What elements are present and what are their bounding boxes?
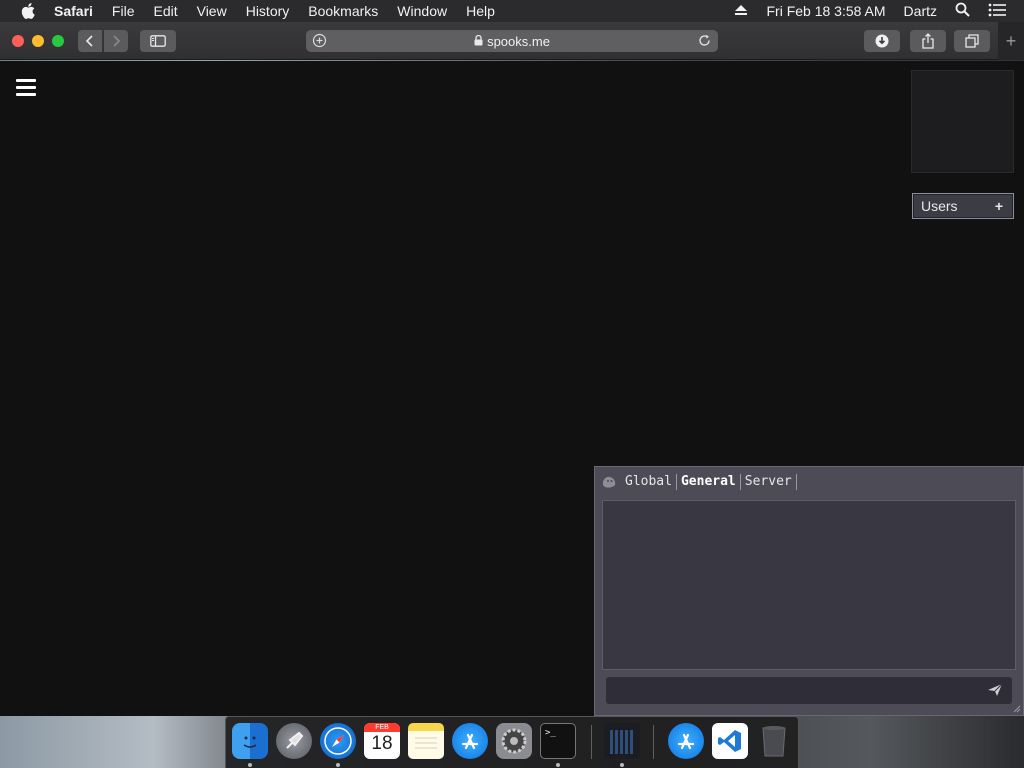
add-user-icon[interactable]: + [995,198,1003,214]
browser-toolbar: spooks.me + [0,22,1024,60]
sidebar-toggle-button[interactable] [140,30,176,52]
activity-monitor-icon[interactable] [604,723,640,759]
menu-file[interactable]: File [112,3,135,19]
back-button[interactable] [78,30,102,52]
menu-bookmarks[interactable]: Bookmarks [308,3,378,19]
lock-icon [474,34,483,49]
user-video-thumbnail [911,70,1014,173]
launchpad-icon[interactable] [276,723,312,759]
app-store-download-icon[interactable] [668,723,704,759]
terminal-icon[interactable]: >_ [540,723,576,759]
share-icon [922,33,934,49]
chevron-left-icon [85,35,93,47]
chat-panel: Global General Server [594,466,1024,716]
menu-window[interactable]: Window [397,3,447,19]
forward-button[interactable] [104,30,128,52]
resize-grip-icon[interactable] [1013,705,1021,713]
chat-tab-global[interactable]: Global [621,474,677,490]
menu-history[interactable]: History [246,3,290,19]
address-bar[interactable]: spooks.me [306,30,718,52]
dock-separator [591,725,592,759]
chat-input[interactable] [606,677,1012,704]
menu-edit[interactable]: Edit [153,3,177,19]
share-button[interactable] [910,30,946,52]
menu-help[interactable]: Help [466,3,495,19]
users-button[interactable]: Users + [912,193,1014,219]
menu-app-name[interactable]: Safari [54,3,93,19]
finder-icon[interactable] [232,723,268,759]
eject-icon[interactable] [734,3,748,19]
vscode-icon[interactable] [712,723,748,759]
minimize-window-button[interactable] [32,35,44,47]
send-icon[interactable] [987,683,1003,697]
apple-menu-icon[interactable] [18,3,38,19]
plus-icon: + [1005,30,1017,51]
safari-icon[interactable] [320,723,356,759]
notification-center-icon[interactable] [988,3,1006,20]
web-page: Users + Global General Server [0,61,1024,716]
chat-tabs: Global General Server [601,473,797,491]
menu-bar: Safari File Edit View History Bookmarks … [0,0,1024,22]
tab-overview-button[interactable] [954,30,990,52]
dock: FEB 18 >_ [225,716,799,768]
new-tab-button[interactable]: + [998,22,1024,60]
address-url: spooks.me [487,33,550,49]
ghost-logo-icon [602,476,616,488]
users-label: Users [921,198,958,214]
notes-icon[interactable] [408,723,444,759]
trash-icon[interactable] [756,723,792,759]
dock-separator [653,725,654,759]
system-preferences-icon[interactable] [496,723,532,759]
menu-view[interactable]: View [197,3,227,19]
menubar-user[interactable]: Dartz [904,3,937,19]
chat-message-log[interactable] [602,500,1016,670]
hamburger-menu-icon[interactable] [16,79,36,97]
reload-icon[interactable] [697,33,712,51]
chat-tab-general[interactable]: General [677,474,741,490]
spotlight-search-icon[interactable] [955,2,970,20]
app-store-icon[interactable] [452,723,488,759]
menubar-clock[interactable]: Fri Feb 18 3:58 AM [766,3,885,19]
terminal-prompt: >_ [545,728,556,738]
sidebar-icon [150,35,166,47]
add-bookmark-icon[interactable] [312,33,327,51]
chevron-right-icon [113,35,121,47]
calendar-icon[interactable]: FEB 18 [364,723,400,759]
calendar-day: 18 [371,733,393,754]
fullscreen-window-button[interactable] [52,35,64,47]
downloads-button[interactable] [864,30,900,52]
download-icon [875,34,889,48]
close-window-button[interactable] [12,35,24,47]
tabs-icon [965,34,979,48]
chat-tab-server[interactable]: Server [741,474,797,490]
calendar-month: FEB [364,723,400,732]
